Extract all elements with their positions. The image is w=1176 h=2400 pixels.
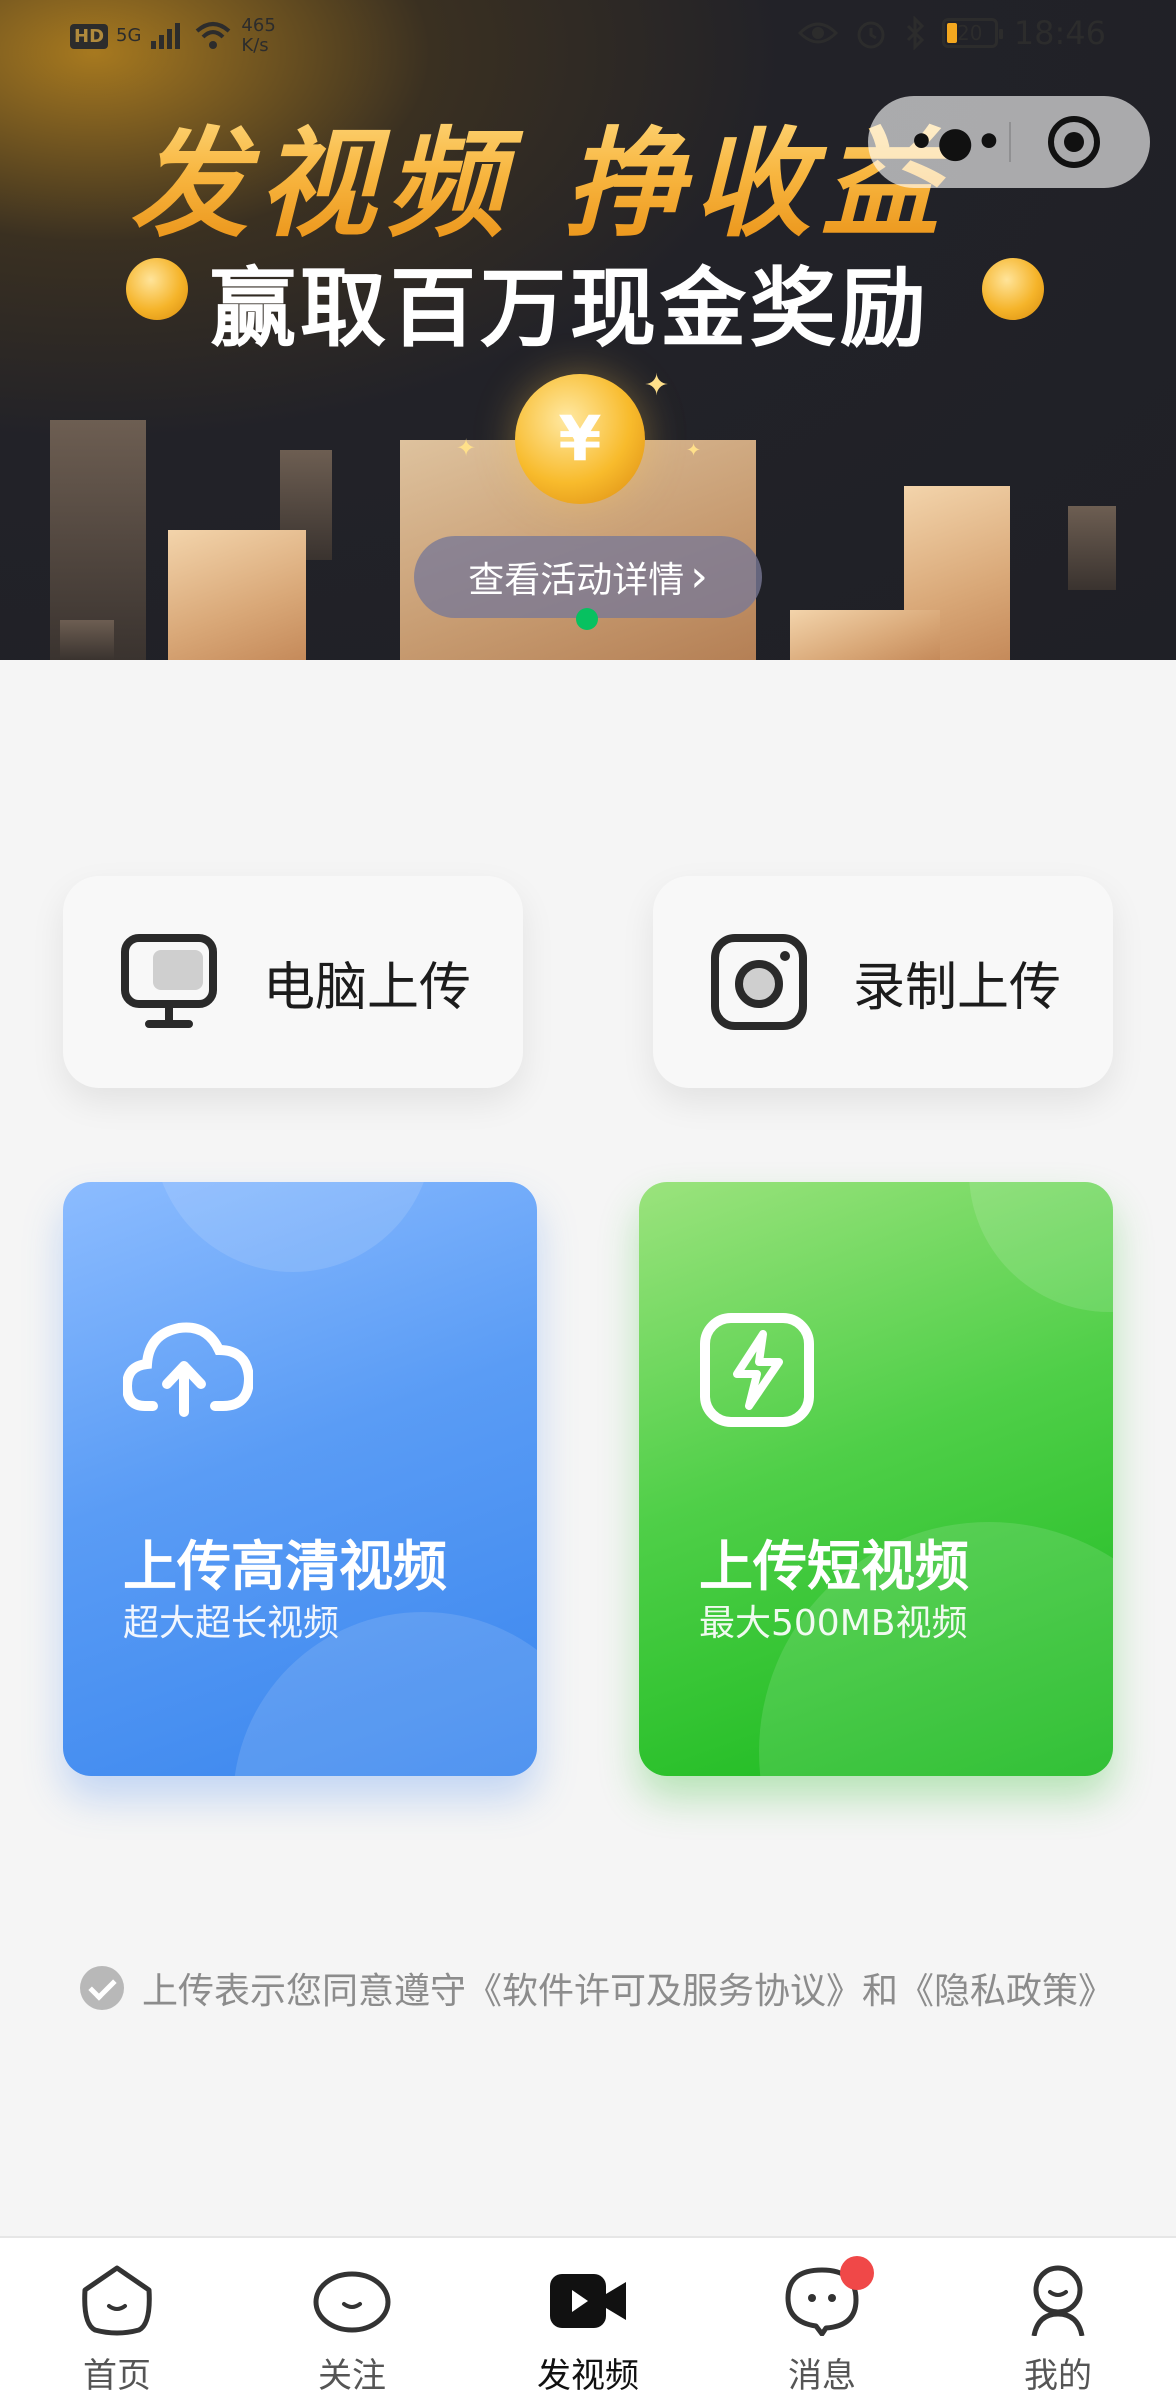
battery-level: 20 [957, 21, 983, 45]
privacy-policy-link[interactable]: 《隐私政策》 [898, 1962, 1114, 2014]
capsule-divider [1009, 122, 1011, 162]
sparkle-icon: ✦ [456, 434, 477, 462]
profile-icon [1031, 2265, 1085, 2336]
record-upload-button[interactable]: 录制上传 [653, 876, 1113, 1088]
network-type: 5G [116, 25, 142, 46]
tab-messages[interactable]: 消息 [742, 2256, 902, 2396]
sparkle-icon: ✦ [686, 440, 702, 461]
video-camera-icon [550, 2274, 626, 2328]
wifi-icon [196, 22, 231, 49]
unread-badge [840, 2256, 874, 2290]
tab-post-video[interactable]: 发视频 [508, 2256, 668, 2396]
signal-icon [151, 23, 181, 49]
pc-upload-button[interactable]: 电脑上传 [63, 876, 523, 1088]
activity-banner[interactable]: HD 5G 465 K/s 20 18:46 发视频 挣收益 赢取百万现金奖励 … [0, 0, 1176, 660]
coin-icon [126, 258, 188, 320]
agreement-row: 上传表示您同意遵守 《软件许可及服务协议》 和 《隐私政策》 [80, 1962, 1114, 2014]
decor-circle [153, 1182, 433, 1272]
cloud-upload-icon [121, 1312, 255, 1422]
agreement-prefix: 上传表示您同意遵守 [142, 1971, 467, 2012]
agree-checkbox[interactable] [80, 1966, 124, 2010]
more-dots-icon[interactable]: •●• [908, 121, 1004, 163]
upload-short-video-title: 上传短视频 [699, 1535, 969, 1598]
network-speed-unit: K/s [241, 35, 269, 56]
lightning-icon [699, 1312, 829, 1427]
tab-follow-label: 关注 [318, 2356, 386, 2396]
tab-post-video-label: 发视频 [537, 2356, 639, 2396]
decor-block [1068, 506, 1116, 590]
mini-program-capsule: •●• [868, 96, 1150, 188]
activity-detail-label: 查看活动详情 [468, 560, 685, 601]
camera-icon [709, 932, 809, 1032]
battery-icon: 20 [941, 18, 1003, 48]
tab-home[interactable]: 首页 [37, 2256, 197, 2396]
banner-subtitle: 赢取百万现金奖励 [210, 259, 930, 359]
banner-title: 发视频 挣收益 [130, 88, 949, 259]
upload-video-page: HD 5G 465 K/s 20 18:46 发视频 挣收益 赢取百万现金奖励 … [0, 0, 1176, 2400]
carousel-indicator [576, 608, 598, 630]
license-agreement-link[interactable]: 《软件许可及服务协议》 [466, 1962, 862, 2014]
hd-indicator: HD [70, 23, 109, 49]
network-speed-value: 465 [241, 15, 276, 36]
decor-block [168, 530, 306, 660]
upload-short-video-card[interactable]: 上传短视频 最大500MB视频 [639, 1182, 1113, 1776]
clock: 18:46 [1013, 14, 1106, 52]
upload-hd-video-card[interactable]: 上传高清视频 超大超长视频 [63, 1182, 537, 1776]
agreement-and: 和 [862, 1971, 899, 2012]
alarm-icon [857, 21, 885, 49]
decor-block [790, 610, 940, 660]
tab-messages-label: 消息 [788, 2356, 856, 2396]
pc-upload-label: 电脑上传 [263, 957, 472, 1018]
network-speed: 465 K/s [241, 16, 275, 56]
tab-follow[interactable]: 关注 [272, 2256, 432, 2396]
upload-hd-video-subtitle: 超大超长视频 [123, 1603, 340, 1644]
activity-detail-button[interactable]: 查看活动详情 › [414, 536, 762, 618]
follow-face-icon [313, 2271, 391, 2333]
bluetooth-icon [906, 16, 924, 50]
upload-short-video-subtitle: 最大500MB视频 [699, 1603, 968, 1644]
decor-block [60, 620, 114, 660]
eye-icon [797, 22, 838, 44]
tab-profile[interactable]: 我的 [978, 2256, 1138, 2396]
upload-hd-video-title: 上传高清视频 [123, 1535, 447, 1598]
monitor-icon [119, 932, 219, 1032]
yuan-coin-icon: ¥ [515, 374, 645, 504]
target-icon[interactable] [1048, 116, 1100, 168]
status-bar: HD 5G 465 K/s 20 18:46 [0, 0, 1176, 72]
chevron-right-icon: › [690, 551, 708, 602]
bottom-tab-bar: 首页 关注 发视频 消息 我的 [0, 2236, 1176, 2400]
coin-icon [982, 258, 1044, 320]
home-face-icon [82, 2265, 152, 2336]
tab-home-label: 首页 [83, 2356, 151, 2396]
tab-profile-label: 我的 [1024, 2356, 1092, 2396]
decor-circle [969, 1182, 1113, 1312]
sparkle-icon: ✦ [644, 368, 670, 403]
record-upload-label: 录制上传 [853, 957, 1062, 1018]
